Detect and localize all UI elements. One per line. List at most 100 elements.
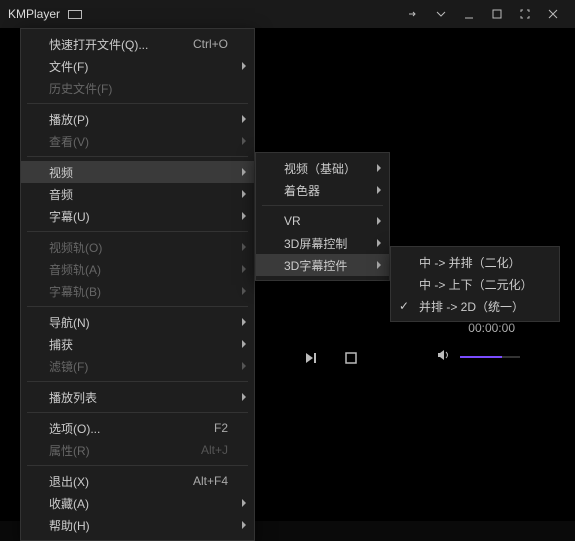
menu-separator bbox=[262, 205, 383, 206]
chevron-right-icon bbox=[242, 62, 246, 70]
menu-item[interactable]: 中 -> 上下（二元化） bbox=[391, 273, 559, 295]
title-mode-icon[interactable] bbox=[68, 10, 82, 19]
maximize-button[interactable] bbox=[483, 4, 511, 24]
pin-icon[interactable] bbox=[399, 4, 427, 24]
menu-item-shortcut: F2 bbox=[214, 421, 228, 435]
chevron-right-icon bbox=[242, 362, 246, 370]
menu-item-label: VR bbox=[284, 214, 301, 228]
menu-item[interactable]: 播放列表 bbox=[21, 386, 254, 408]
timecode-display: 00:00:00 bbox=[468, 321, 515, 335]
menu-item-label: 滤镜(F) bbox=[49, 358, 88, 375]
menu-separator bbox=[27, 156, 248, 157]
menu-item-label: 文件(F) bbox=[49, 58, 88, 75]
menu-item[interactable]: 字幕(U) bbox=[21, 205, 254, 227]
menu-item-label: 播放列表 bbox=[49, 389, 97, 406]
menu-separator bbox=[27, 465, 248, 466]
menu-item[interactable]: 文件(F) bbox=[21, 55, 254, 77]
menu-item-label: 快速打开文件(Q)... bbox=[49, 36, 148, 53]
chevron-right-icon bbox=[377, 186, 381, 194]
menu-item: 属性(R) Alt+J bbox=[21, 439, 254, 461]
menu-separator bbox=[27, 412, 248, 413]
menu-item-shortcut: Alt+J bbox=[201, 443, 228, 457]
titlebar: KMPlayer bbox=[0, 0, 575, 28]
chevron-right-icon bbox=[242, 340, 246, 348]
chevron-right-icon bbox=[242, 137, 246, 145]
close-button[interactable] bbox=[539, 4, 567, 24]
menu-item[interactable]: 导航(N) bbox=[21, 311, 254, 333]
menu-item: 视频轨(O) bbox=[21, 236, 254, 258]
menu-item-shortcut: Alt+F4 bbox=[193, 474, 228, 488]
menu-item-label: 并排 -> 2D（统一） bbox=[419, 298, 524, 315]
fullscreen-button[interactable] bbox=[511, 4, 539, 24]
menu-separator bbox=[27, 306, 248, 307]
chevron-right-icon bbox=[242, 287, 246, 295]
menu-item[interactable]: 视频（基础） bbox=[256, 157, 389, 179]
chevron-right-icon bbox=[242, 499, 246, 507]
stop-button[interactable] bbox=[340, 347, 362, 369]
menu-item[interactable]: 3D字幕控件 bbox=[256, 254, 389, 276]
menu-item-label: 3D字幕控件 bbox=[284, 257, 347, 274]
menu-separator bbox=[27, 381, 248, 382]
chevron-right-icon bbox=[377, 164, 381, 172]
menu-item-label: 选项(O)... bbox=[49, 420, 100, 437]
chevron-right-icon bbox=[377, 239, 381, 247]
chevron-right-icon bbox=[242, 318, 246, 326]
next-button[interactable] bbox=[300, 347, 322, 369]
menu-item[interactable]: ✓ 并排 -> 2D（统一） bbox=[391, 295, 559, 317]
chevron-right-icon bbox=[377, 217, 381, 225]
chevron-right-icon bbox=[242, 393, 246, 401]
menu-item: 历史文件(F) bbox=[21, 77, 254, 99]
menu-item[interactable]: 捕获 bbox=[21, 333, 254, 355]
window-title: KMPlayer bbox=[8, 7, 60, 21]
chevron-right-icon bbox=[377, 261, 381, 269]
menu-item-label: 收藏(A) bbox=[49, 495, 89, 512]
menu-separator bbox=[27, 231, 248, 232]
menu-item-label: 着色器 bbox=[284, 182, 320, 199]
menu-item-shortcut: Ctrl+O bbox=[193, 37, 228, 51]
menu-item[interactable]: 帮助(H) bbox=[21, 514, 254, 536]
volume-icon[interactable] bbox=[436, 347, 452, 366]
chevron-right-icon bbox=[242, 212, 246, 220]
context-menu-3d-subtitle: 中 -> 并排（二化） 中 -> 上下（二元化） ✓ 并排 -> 2D（统一） bbox=[390, 246, 560, 322]
menu-item[interactable]: 3D屏幕控制 bbox=[256, 232, 389, 254]
menu-item[interactable]: 中 -> 并排（二化） bbox=[391, 251, 559, 273]
context-menu-main: 快速打开文件(Q)... Ctrl+O 文件(F) 历史文件(F) 播放(P) 查看(V)… bbox=[20, 28, 255, 541]
chevron-right-icon bbox=[242, 168, 246, 176]
menu-item: 查看(V) bbox=[21, 130, 254, 152]
menu-item-label: 中 -> 上下（二元化） bbox=[419, 276, 533, 293]
menu-item-label: 历史文件(F) bbox=[49, 80, 112, 97]
menu-item-label: 属性(R) bbox=[49, 442, 90, 459]
menu-separator bbox=[27, 103, 248, 104]
menu-item-label: 字幕(U) bbox=[49, 208, 90, 225]
menu-item[interactable]: 着色器 bbox=[256, 179, 389, 201]
chevron-right-icon bbox=[242, 190, 246, 198]
menu-item[interactable]: 音频 bbox=[21, 183, 254, 205]
menu-item-label: 中 -> 并排（二化） bbox=[419, 254, 521, 271]
menu-item-label: 捕获 bbox=[49, 336, 73, 353]
menu-item-label: 音频轨(A) bbox=[49, 261, 101, 278]
context-menu-video: 视频（基础） 着色器 VR 3D屏幕控制 3D字幕控件 bbox=[255, 152, 390, 281]
menu-item-label: 字幕轨(B) bbox=[49, 283, 101, 300]
menu-item-label: 视频 bbox=[49, 164, 73, 181]
chevron-right-icon bbox=[242, 243, 246, 251]
menu-item-label: 导航(N) bbox=[49, 314, 90, 331]
collapse-icon[interactable] bbox=[427, 4, 455, 24]
menu-item-label: 播放(P) bbox=[49, 111, 89, 128]
menu-item[interactable]: 视频 bbox=[21, 161, 254, 183]
menu-item[interactable]: 选项(O)... F2 bbox=[21, 417, 254, 439]
menu-item[interactable]: 播放(P) bbox=[21, 108, 254, 130]
menu-item: 音频轨(A) bbox=[21, 258, 254, 280]
chevron-right-icon bbox=[242, 521, 246, 529]
menu-item[interactable]: 快速打开文件(Q)... Ctrl+O bbox=[21, 33, 254, 55]
menu-item-label: 帮助(H) bbox=[49, 517, 90, 534]
menu-item[interactable]: 收藏(A) bbox=[21, 492, 254, 514]
menu-item-label: 退出(X) bbox=[49, 473, 89, 490]
menu-item: 滤镜(F) bbox=[21, 355, 254, 377]
volume-slider[interactable] bbox=[460, 356, 520, 358]
menu-item[interactable]: 退出(X) Alt+F4 bbox=[21, 470, 254, 492]
minimize-button[interactable] bbox=[455, 4, 483, 24]
check-icon: ✓ bbox=[399, 299, 409, 313]
menu-item-label: 查看(V) bbox=[49, 133, 89, 150]
menu-item-label: 音频 bbox=[49, 186, 73, 203]
menu-item[interactable]: VR bbox=[256, 210, 389, 232]
